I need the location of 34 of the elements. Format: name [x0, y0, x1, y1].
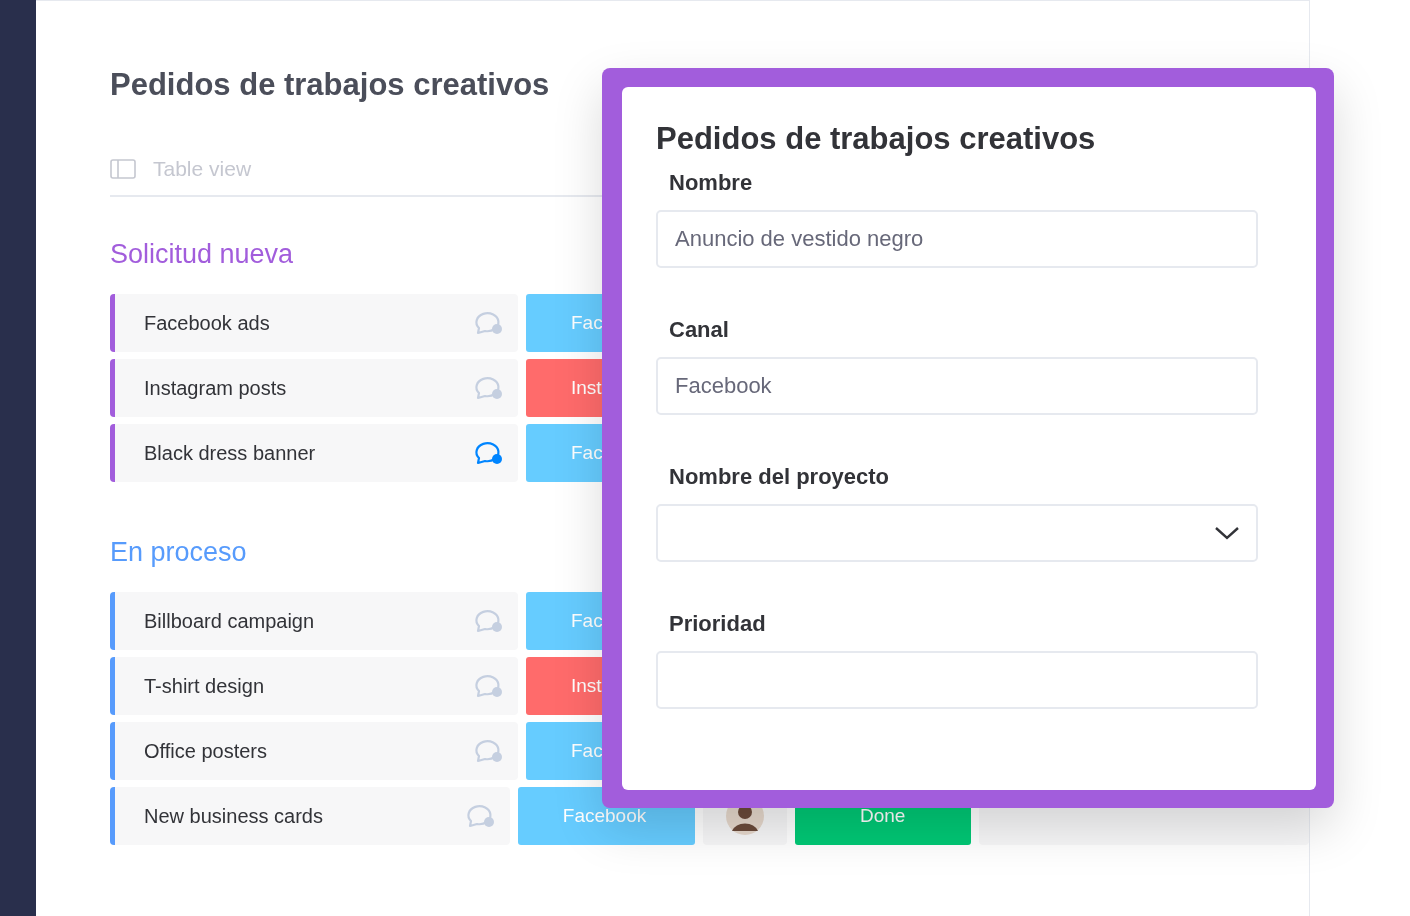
board-title: Pedidos de trabajos creativos — [110, 67, 551, 104]
field-label: Prioridad — [668, 611, 767, 637]
field-label: Canal — [668, 317, 730, 343]
group-title: Solicitud nueva — [110, 239, 294, 271]
item-name-cell[interactable]: Instagram posts — [110, 359, 518, 417]
item-name-cell[interactable]: New business cards — [110, 787, 510, 845]
comment-icon[interactable] — [472, 374, 504, 402]
comment-icon[interactable] — [472, 439, 504, 467]
item-name: Black dress banner — [144, 441, 316, 465]
field-label: Nombre del proyecto — [668, 464, 891, 490]
item-name: Billboard campaign — [144, 609, 315, 633]
item-name-cell[interactable]: Billboard campaign — [110, 592, 518, 650]
chevron-down-icon — [1214, 525, 1240, 541]
input-field[interactable]: Anuncio de vestido negro — [656, 210, 1258, 268]
item-name: Facebook ads — [144, 311, 270, 335]
item-name: New business cards — [144, 804, 323, 828]
dropdown-field[interactable] — [656, 504, 1258, 562]
comment-icon[interactable] — [472, 737, 504, 765]
item-name-cell[interactable]: Facebook ads — [110, 294, 518, 352]
table-view-icon — [110, 159, 136, 179]
input-field[interactable]: Facebook — [656, 357, 1258, 415]
item-name: Instagram posts — [144, 376, 287, 400]
comment-icon[interactable] — [472, 607, 504, 635]
item-name-cell[interactable]: T-shirt design — [110, 657, 518, 715]
item-name: T-shirt design — [144, 674, 265, 698]
group-title: En proceso — [110, 537, 247, 569]
item-name: Office posters — [144, 739, 268, 763]
form-title: Pedidos de trabajos creativos — [656, 121, 1097, 157]
item-name-cell[interactable]: Office posters — [110, 722, 518, 780]
comment-icon[interactable] — [472, 672, 504, 700]
item-name-cell[interactable]: Black dress banner — [110, 424, 518, 482]
input-field[interactable] — [656, 651, 1258, 709]
comment-icon[interactable] — [472, 309, 504, 337]
field-label: Nombre — [668, 170, 754, 196]
